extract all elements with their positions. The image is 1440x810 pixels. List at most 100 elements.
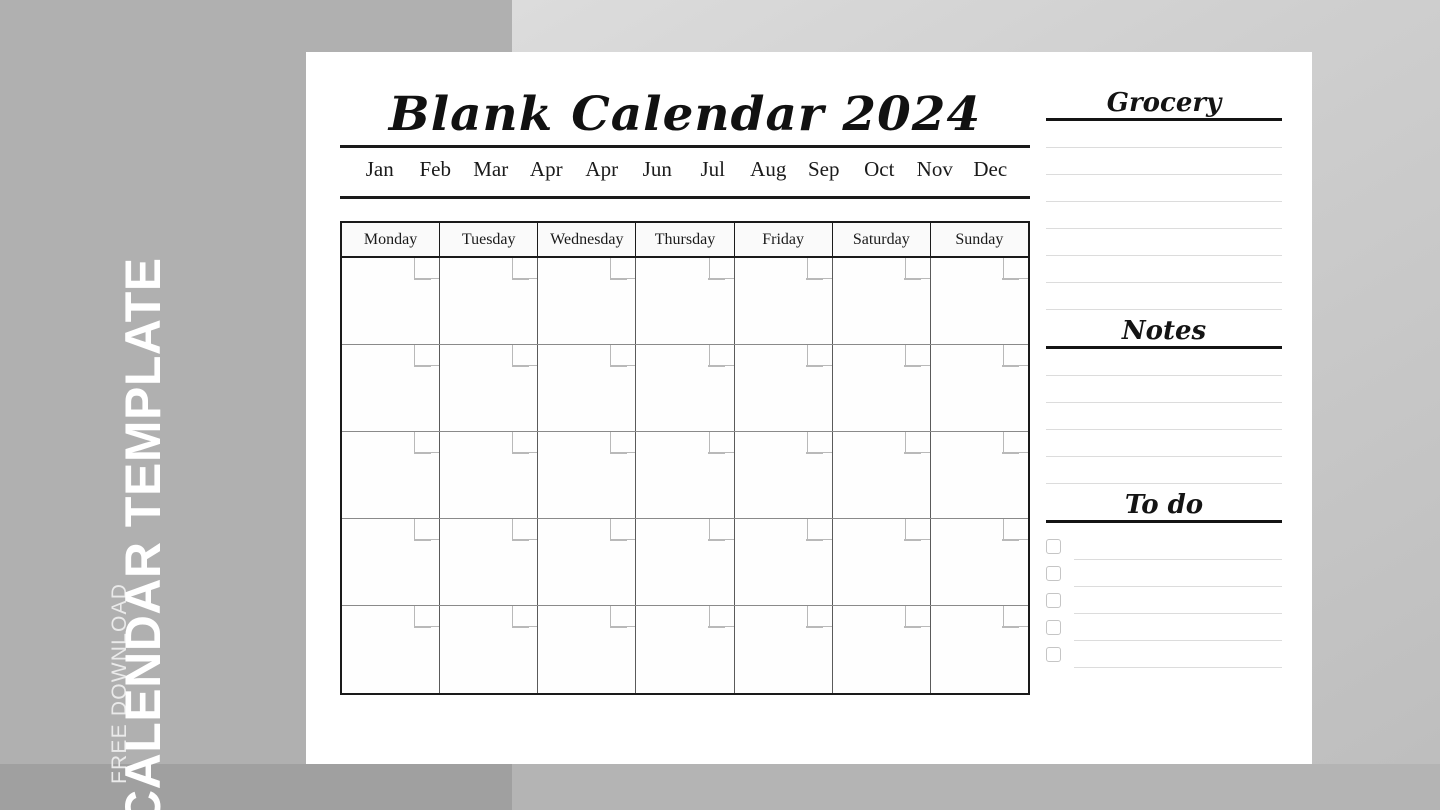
date-number-box[interactable] bbox=[806, 519, 832, 541]
date-number-box[interactable] bbox=[904, 345, 930, 367]
date-number-box[interactable] bbox=[707, 432, 734, 454]
month-5[interactable]: Jun bbox=[630, 157, 686, 182]
date-number-box[interactable] bbox=[806, 606, 832, 628]
calendar-day-cell[interactable] bbox=[832, 432, 931, 519]
date-number-box[interactable] bbox=[1002, 345, 1028, 367]
calendar-day-cell[interactable] bbox=[832, 345, 931, 432]
grocery-line[interactable] bbox=[1046, 283, 1282, 310]
calendar-day-cell[interactable] bbox=[342, 258, 441, 345]
calendar-day-cell[interactable] bbox=[440, 432, 539, 519]
calendar-day-cell[interactable] bbox=[930, 345, 1028, 432]
date-number-box[interactable] bbox=[511, 345, 538, 367]
calendar-day-cell[interactable] bbox=[342, 432, 441, 519]
month-4[interactable]: Apr bbox=[574, 157, 630, 182]
calendar-day-cell[interactable] bbox=[538, 432, 637, 519]
todo-checkbox[interactable] bbox=[1046, 539, 1061, 554]
date-number-box[interactable] bbox=[609, 606, 636, 628]
date-number-box[interactable] bbox=[511, 258, 538, 280]
calendar-day-cell[interactable] bbox=[832, 258, 931, 345]
notes-line[interactable] bbox=[1046, 376, 1282, 403]
calendar-day-cell[interactable] bbox=[538, 258, 637, 345]
calendar-day-cell[interactable] bbox=[930, 432, 1028, 519]
calendar-day-cell[interactable] bbox=[538, 606, 637, 694]
calendar-day-cell[interactable] bbox=[538, 345, 637, 432]
todo-item-line[interactable] bbox=[1074, 560, 1282, 587]
notes-line[interactable] bbox=[1046, 403, 1282, 430]
calendar-day-cell[interactable] bbox=[734, 345, 833, 432]
todo-checkbox[interactable] bbox=[1046, 620, 1061, 635]
grocery-line[interactable] bbox=[1046, 175, 1282, 202]
calendar-day-cell[interactable] bbox=[440, 519, 539, 606]
date-number-box[interactable] bbox=[413, 606, 440, 628]
month-9[interactable]: Oct bbox=[852, 157, 908, 182]
notes-write-lines[interactable] bbox=[1046, 349, 1282, 484]
month-8[interactable]: Sep bbox=[796, 157, 852, 182]
date-number-box[interactable] bbox=[413, 519, 440, 541]
todo-item-line[interactable] bbox=[1074, 533, 1282, 560]
month-7[interactable]: Aug bbox=[741, 157, 797, 182]
grocery-line[interactable] bbox=[1046, 256, 1282, 283]
calendar-day-cell[interactable] bbox=[832, 519, 931, 606]
date-number-box[interactable] bbox=[511, 606, 538, 628]
calendar-day-cell[interactable] bbox=[440, 345, 539, 432]
todo-item-line[interactable] bbox=[1074, 614, 1282, 641]
date-number-box[interactable] bbox=[413, 258, 440, 280]
calendar-day-cell[interactable] bbox=[734, 258, 833, 345]
month-11[interactable]: Dec bbox=[963, 157, 1019, 182]
date-number-box[interactable] bbox=[904, 432, 930, 454]
calendar-day-cell[interactable] bbox=[636, 519, 735, 606]
date-number-box[interactable] bbox=[904, 519, 930, 541]
date-number-box[interactable] bbox=[511, 519, 538, 541]
month-0[interactable]: Jan bbox=[352, 157, 408, 182]
notes-line[interactable] bbox=[1046, 457, 1282, 484]
date-number-box[interactable] bbox=[1002, 519, 1028, 541]
date-number-box[interactable] bbox=[707, 345, 734, 367]
date-number-box[interactable] bbox=[1002, 606, 1028, 628]
grocery-line[interactable] bbox=[1046, 148, 1282, 175]
calendar-day-cell[interactable] bbox=[440, 606, 539, 694]
grocery-line[interactable] bbox=[1046, 202, 1282, 229]
calendar-day-cell[interactable] bbox=[930, 606, 1028, 694]
calendar-day-cell[interactable] bbox=[930, 519, 1028, 606]
date-number-box[interactable] bbox=[609, 345, 636, 367]
calendar-day-cell[interactable] bbox=[734, 519, 833, 606]
date-number-box[interactable] bbox=[609, 258, 636, 280]
calendar-day-cell[interactable] bbox=[342, 345, 441, 432]
date-number-box[interactable] bbox=[904, 258, 930, 280]
date-number-box[interactable] bbox=[707, 258, 734, 280]
grocery-line[interactable] bbox=[1046, 229, 1282, 256]
calendar-day-cell[interactable] bbox=[734, 432, 833, 519]
todo-checkbox[interactable] bbox=[1046, 647, 1061, 662]
date-number-box[interactable] bbox=[1002, 258, 1028, 280]
month-10[interactable]: Nov bbox=[907, 157, 963, 182]
grocery-write-lines[interactable] bbox=[1046, 121, 1282, 310]
todo-item-line[interactable] bbox=[1074, 641, 1282, 668]
calendar-day-cell[interactable] bbox=[636, 345, 735, 432]
calendar-day-cell[interactable] bbox=[342, 519, 441, 606]
grocery-line[interactable] bbox=[1046, 121, 1282, 148]
calendar-day-cell[interactable] bbox=[342, 606, 441, 694]
date-number-box[interactable] bbox=[511, 432, 538, 454]
date-number-box[interactable] bbox=[1002, 432, 1028, 454]
month-6[interactable]: Jul bbox=[685, 157, 741, 182]
calendar-day-cell[interactable] bbox=[734, 606, 833, 694]
calendar-day-cell[interactable] bbox=[636, 258, 735, 345]
date-number-box[interactable] bbox=[904, 606, 930, 628]
calendar-day-cell[interactable] bbox=[440, 258, 539, 345]
calendar-day-cell[interactable] bbox=[636, 606, 735, 694]
calendar-day-cell[interactable] bbox=[538, 519, 637, 606]
date-number-box[interactable] bbox=[609, 432, 636, 454]
month-3[interactable]: Apr bbox=[519, 157, 575, 182]
date-number-box[interactable] bbox=[707, 606, 734, 628]
date-number-box[interactable] bbox=[806, 258, 832, 280]
calendar-day-cell[interactable] bbox=[832, 606, 931, 694]
month-1[interactable]: Feb bbox=[408, 157, 464, 182]
month-2[interactable]: Mar bbox=[463, 157, 519, 182]
date-number-box[interactable] bbox=[413, 432, 440, 454]
todo-checkbox[interactable] bbox=[1046, 566, 1061, 581]
notes-line[interactable] bbox=[1046, 430, 1282, 457]
todo-checkbox[interactable] bbox=[1046, 593, 1061, 608]
date-number-box[interactable] bbox=[609, 519, 636, 541]
notes-line[interactable] bbox=[1046, 349, 1282, 376]
date-number-box[interactable] bbox=[707, 519, 734, 541]
